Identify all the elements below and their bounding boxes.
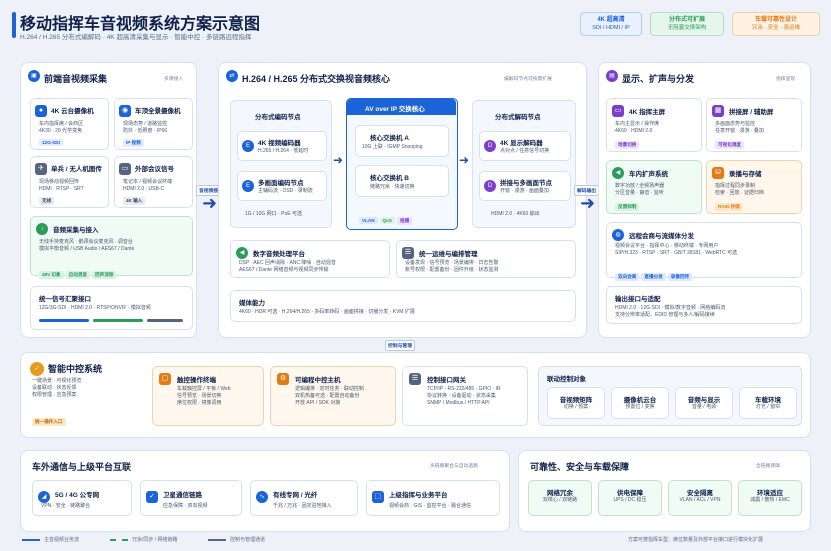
encoder-multiview: E 多画面编码节点 主辅码流 · OSD · 录制流 — [237, 171, 327, 201]
dsp-platform: ◀ 数字音频处理平台 DSP · AEC 回声消除 · ANC 降噪 · 自动混… — [230, 240, 390, 278]
legend-redundant: 冗余/同步 / 网络链路 — [132, 537, 178, 543]
tag-4k: 4K 超高清 SDI / HDMI / IP — [580, 12, 642, 36]
input-arrow-icon: ➜ — [202, 193, 218, 213]
ops-management: ☰ 统一运维与编排管理 设备发现 · 信号预览 · 场景编排 · 日志告警 账号… — [396, 240, 576, 278]
control-entry-pill: 统一操作入口 — [32, 418, 66, 426]
front-item-meeting-signal: ▭ 外部会议信号 笔记本 / 视频会议终端 HDMI 2.0 · USB-C 4… — [114, 156, 193, 208]
core-to-dec-arrow: ➜ — [459, 153, 470, 167]
reliability-note: 全链路保障 — [756, 464, 780, 469]
display-panel-title: 显示、扩声与分发 — [622, 74, 695, 84]
reliability-environment: 环境适应 减震 / 散热 / EMC — [738, 480, 802, 516]
comm-title: 车外通信与上级平台互联 — [32, 462, 132, 472]
footer-note: 方案可按指挥车型、席位数量及外部平台接口进行模块化扩展 — [628, 537, 764, 543]
switch-core-icon: ⇄ — [226, 70, 238, 82]
control-host: ⚙ 可编程中控主机 逻辑编排 · 定时任务 · 联动控制 双机热备可选 · 配置… — [270, 366, 396, 426]
front-item-drone: ✈ 单兵 / 无人机图传 现场移动视频回传 HDMI · RTSP · SRT … — [30, 156, 109, 208]
display-recording: ⛁ 录播与存储 指挥过程同步录制 检索 · 回放 · 证据归档 RAID 存储 — [706, 160, 802, 214]
control-desc: 一键场景 · 可视化预览 设备联动 · 状态反馈 权限管理 · 应急预案 — [32, 378, 82, 398]
touchscreen-icon: ▢ — [159, 373, 171, 385]
grid-icon: ▦ — [712, 105, 724, 117]
record-icon: ⛁ — [712, 167, 724, 179]
comm-note: 多链路聚合与自动选路 — [430, 464, 478, 469]
platform-icon: ⬚ — [372, 491, 384, 503]
output-arrow-icon: ➜ — [580, 193, 596, 213]
controller-icon: ⚙ — [277, 373, 289, 385]
speaker-icon: ◀ — [236, 247, 248, 259]
legend-line-main — [22, 539, 40, 541]
legend-main: 主音视频业务流 — [44, 537, 80, 543]
media-capabilities: 媒体能力 4K60 · HDR 可选 · H.264/H.265 · 多码率转码… — [230, 290, 576, 322]
laptop-icon: ▭ — [119, 163, 131, 175]
comm-satellite: ✓ 卫星通信链路 应急保障 · 双向视频 — [140, 480, 242, 516]
monitor-icon: ▭ — [612, 105, 624, 117]
control-touch-terminal: ▢ 触控操作终端 车载触控屏 / 平板 / Web 信号预览 · 场景切换 席位… — [152, 366, 264, 426]
gateway-icon: ☰ — [409, 373, 421, 385]
roof-camera-desc: 现场态势 / 道路监控 防抖 · 低照度 · IP66 — [123, 121, 168, 134]
encoder-group: 分布式编码节点 E 4K 视频编码器 H.265 / H.264 · 低延时 E… — [230, 100, 332, 228]
display-panel-note: 指挥呈现 — [776, 77, 796, 82]
front-item-roof-camera: ◉ 车顶全景摄像机 现场态势 / 道路监控 防抖 · 低照度 · IP66 IP… — [114, 98, 193, 150]
ops-icon: ☰ — [402, 247, 414, 259]
tag-distributed: 分布式可扩展 无阻塞交换架构 — [650, 12, 724, 36]
check-icon: ✓ — [30, 362, 44, 376]
comm-upper-platform: ⬚ 上级指挥与业务平台 视频会商 · GIS · 监控平台 · 融合通信 — [366, 480, 500, 516]
tag-reliability: 车载可靠性设计 冗余 · 安全 · 易运维 — [732, 12, 820, 36]
control-title: 智能中控系统 — [48, 364, 103, 374]
satellite-icon: ✓ — [146, 491, 158, 503]
display-main-screen: ▭ 4K 指挥主屏 车内主显示 / 操作席 4K60 · HDMI 2.0 场景… — [606, 98, 702, 152]
ptz-camera-desc: 车内指挥席 / 会商区 4K30 · 20 光学变焦 — [39, 121, 84, 134]
legend-line-redundant — [110, 539, 128, 541]
audio-desc: 无线手持麦克风 · 鹅颈会议麦克风 · 调音台 模拟平衡音频 / USB Aud… — [39, 239, 135, 252]
linked-objects: 联动控制对象 音视频矩阵 切换 / 预案 摄像机云台 预置位 / 变焦 音频与显示音… — [538, 366, 802, 426]
core-panel-note: 编解码节点可按需扩展 — [504, 77, 552, 82]
title-accent-bar — [12, 12, 16, 38]
reliability-network: 网络冗余 双核心 / 双链路 — [528, 480, 592, 516]
enc-to-core-arrow: ➜ — [333, 153, 344, 167]
linked-ptz: 摄像机云台 预置位 / 变焦 — [611, 387, 669, 419]
globe-icon: ◍ — [612, 229, 624, 241]
page-subtitle: H.264 / H.265 分布式编解码 · 4K 超高清采集与显示 · 智能中… — [20, 34, 252, 41]
front-unified-interface: 统一信号汇聚接口 12G/3G-SDI · HDMI 2.0 · RTSP/ON… — [30, 286, 193, 330]
decoder-group: 分布式解码节点 D 4K 显示解码器 点对点 / 任意信号切换 D 拼接与多画面… — [472, 100, 576, 228]
display-splice-screen: ▦ 拼接屏 / 辅助屏 多画面态势与监控 任意开窗 · 漫游 · 叠加 可视化调… — [706, 98, 802, 152]
decoder-multiview: D 拼接与多画面节点 开窗 · 漫游 · 画面叠加 — [479, 171, 571, 201]
drone-desc: 现场移动视频回传 HDMI · RTSP · SRT — [39, 179, 84, 192]
display-output-interface: 输出接口与适配 HDMI 2.0 · 12G-SDI · 模拟/数字音频 · 网… — [606, 286, 802, 324]
front-audio-capture: ↓ 音频采集与接入 无线手持麦克风 · 鹅颈会议麦克风 · 调音台 模拟平衡音频… — [30, 216, 193, 279]
reliability-security: 安全隔离 VLAN / ACL / VPN — [668, 480, 732, 516]
meeting-signal-desc: 笔记本 / 视频会议终端 HDMI 2.0 · USB-C — [123, 179, 173, 192]
reliability-title: 可靠性、安全与车载保障 — [530, 462, 630, 472]
display-pa-system: ◀ 车内扩声系统 数字功放 / 全频扬声器 分区音量 · 静音 · 监听 反馈抑… — [606, 160, 702, 214]
drone-icon: ✈ — [35, 163, 47, 175]
signal-icon: ◢ — [38, 491, 50, 503]
reliability-power: 供电保障 UPS / DC 稳压 — [598, 480, 662, 516]
front-panel-note: 多源接入 — [164, 77, 184, 82]
ptz-camera-icon: ● — [35, 105, 47, 117]
comm-fiber: ∿ 有线专网 / 光纤 千兆 / 万兆 · 固定驻地接入 — [250, 480, 358, 516]
av-over-ip-core: AV over IP 交换核心 核心交换机 A 10G 上联 · IGMP Sn… — [346, 98, 458, 230]
front-item-ptz-camera: ● 4K 云台摄像机 车内指挥席 / 会商区 4K30 · 20 光学变焦 12… — [30, 98, 109, 150]
control-link-label: 控制与管理 — [385, 340, 415, 351]
comm-5g: ◢ 5G / 4G 公专网 VPN · 安全 · 链路聚合 — [32, 480, 132, 516]
core-panel-title: H.264 / H.265 分布式交换视音频核心 — [242, 74, 391, 84]
encoder-4k: E 4K 视频编码器 H.265 / H.264 · 低延时 — [237, 131, 327, 161]
fiber-icon: ∿ — [256, 491, 268, 503]
display-icon: ▤ — [606, 70, 618, 82]
pa-speaker-icon: ◀ — [612, 167, 624, 179]
core-switch-b: 核心交换机 B 链路冗余 · 快速切换 — [355, 165, 449, 197]
linked-av-matrix: 音视频矩阵 切换 / 预案 — [547, 387, 605, 419]
linked-audio-display: 音频与显示 音量 / 电源 — [675, 387, 733, 419]
legend-control: 控制与管理通道 — [230, 537, 266, 543]
camera-icon: ▣ — [28, 70, 40, 82]
control-gateway: ☰ 控制接口网关 TCP/IP · RS-232/485 · GPIO · IR… — [402, 366, 528, 426]
front-panel-title: 前端音视频采集 — [44, 74, 108, 84]
core-switch-a: 核心交换机 A 10G 上联 · IGMP Snooping — [355, 125, 449, 157]
audio-icon: ↓ — [36, 223, 48, 235]
display-remote-distribution: ◍ 远程会商与流媒体分发 视频会议平台 · 指挥中心 · 移动终端 · 专网用户… — [606, 222, 802, 281]
decoder-4k: D 4K 显示解码器 点对点 / 任意信号切换 — [479, 131, 571, 161]
roof-camera-icon: ◉ — [119, 105, 131, 117]
legend-line-control — [208, 539, 226, 541]
linked-environment: 车载环境 灯光 / 窗帘 — [739, 387, 797, 419]
